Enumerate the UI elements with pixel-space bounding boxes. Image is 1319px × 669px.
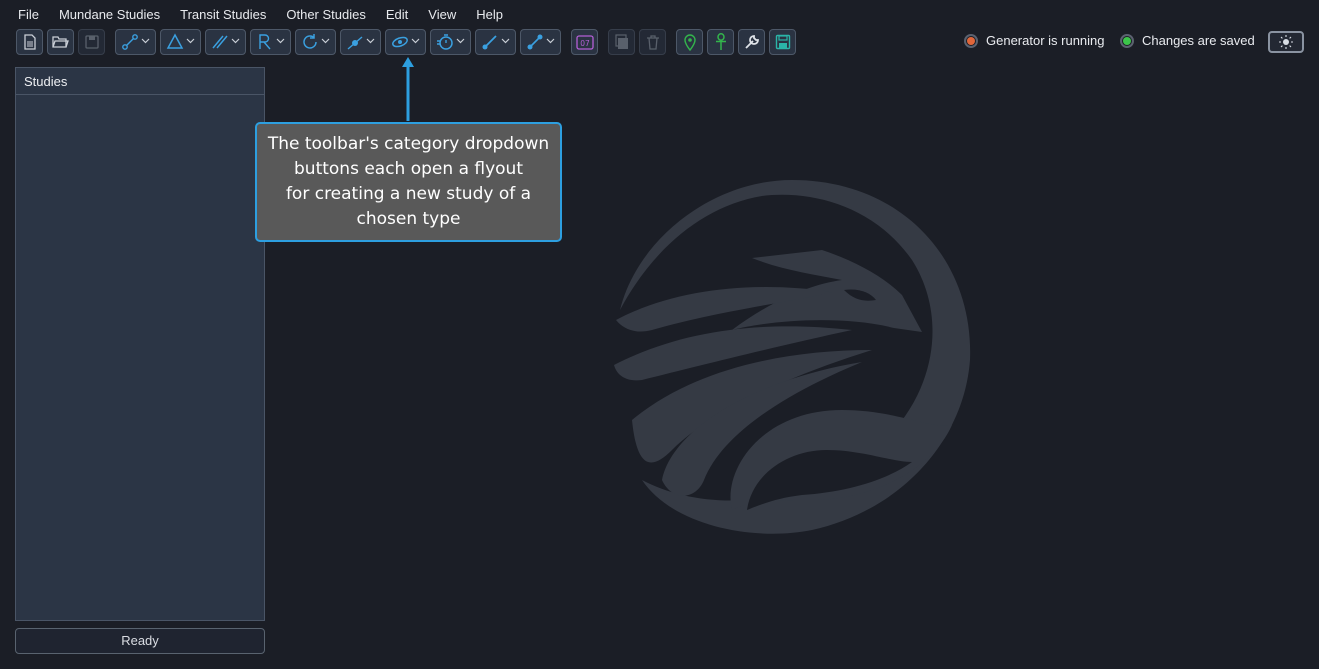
- orbit-studies-dropdown[interactable]: [385, 29, 426, 55]
- map-pin-icon: [683, 34, 696, 51]
- saved-status-indicator: [1120, 33, 1134, 48]
- tooltip-line: The toolbar's category dropdown: [267, 134, 550, 154]
- generator-status-indicator: [964, 33, 978, 48]
- connection-studies-dropdown[interactable]: [520, 29, 561, 55]
- orbit-icon: [392, 36, 408, 48]
- delete-button[interactable]: [639, 29, 666, 55]
- chevron-down-icon: [546, 38, 555, 44]
- pdf-export-icon: [614, 34, 628, 49]
- cycle-studies-dropdown[interactable]: [295, 29, 336, 55]
- chevron-down-icon: [321, 38, 330, 44]
- studies-panel: Studies: [15, 67, 265, 621]
- new-study-button[interactable]: [16, 29, 43, 55]
- open-button[interactable]: [47, 29, 74, 55]
- retrograde-icon: [259, 34, 271, 50]
- chevron-down-icon: [456, 38, 465, 44]
- saved-status-text: Changes are saved: [1142, 33, 1255, 48]
- generator-status-text: Generator is running: [986, 33, 1105, 48]
- menu-other-studies[interactable]: Other Studies: [276, 4, 376, 24]
- ankh-icon: [715, 33, 726, 50]
- chart-link-icon: [122, 34, 138, 50]
- sun-icon: [1279, 35, 1293, 49]
- studies-list[interactable]: [16, 95, 264, 620]
- calendar-icon: 07: [575, 35, 594, 50]
- eagle-logo-icon: [614, 180, 971, 534]
- chevron-down-icon: [411, 38, 420, 44]
- menu-transit-studies[interactable]: Transit Studies: [170, 4, 276, 24]
- chevron-down-icon: [186, 38, 195, 44]
- midpoint-studies-dropdown[interactable]: [340, 29, 381, 55]
- calendar-button[interactable]: 07: [571, 29, 598, 55]
- trajectory-icon: [482, 35, 497, 50]
- save-button[interactable]: [78, 29, 105, 55]
- new-document-icon: [23, 34, 36, 50]
- connection-icon: [527, 34, 543, 50]
- wrench-icon: [744, 35, 759, 49]
- tooltip: The toolbar's category dropdown buttons …: [255, 122, 562, 242]
- save-all-button[interactable]: [769, 29, 796, 55]
- retrograde-studies-dropdown[interactable]: [250, 29, 291, 55]
- triangle-icon: [166, 33, 184, 49]
- settings-button[interactable]: [738, 29, 765, 55]
- menu-mundane-studies[interactable]: Mundane Studies: [49, 4, 170, 24]
- chevron-down-icon: [141, 38, 150, 44]
- cycle-icon: [303, 34, 317, 49]
- trajectory-studies-dropdown[interactable]: [475, 29, 516, 55]
- save-disk-icon: [84, 35, 99, 49]
- status-ready: Ready: [15, 628, 265, 654]
- export-button[interactable]: [608, 29, 635, 55]
- trash-icon: [646, 35, 659, 50]
- tooltip-line: for creating a new study of a: [285, 184, 532, 204]
- menu-file[interactable]: File: [8, 4, 49, 24]
- calendar-day-label: 07: [580, 39, 590, 48]
- parallel-studies-dropdown[interactable]: [205, 29, 246, 55]
- tooltip-arrow: [402, 57, 414, 121]
- menu-help[interactable]: Help: [466, 4, 513, 24]
- theme-toggle-button[interactable]: [1268, 31, 1304, 53]
- timing-studies-dropdown[interactable]: [430, 29, 471, 55]
- harmonic-studies-dropdown[interactable]: [160, 29, 201, 55]
- ankh-button[interactable]: [707, 29, 734, 55]
- tooltip-line: chosen type: [356, 209, 461, 229]
- chevron-down-icon: [366, 38, 375, 44]
- menu-edit[interactable]: Edit: [376, 4, 418, 24]
- chevron-down-icon: [231, 38, 240, 44]
- generator-status: Generator is running: [964, 33, 1105, 48]
- chevron-down-icon: [501, 38, 510, 44]
- tooltip-line: buttons each open a flyout: [294, 159, 523, 179]
- menu-view[interactable]: View: [418, 4, 466, 24]
- midpoint-icon: [347, 36, 363, 50]
- menu-bar: File Mundane Studies Transit Studies Oth…: [8, 4, 513, 24]
- parallel-lines-icon: [212, 35, 228, 49]
- studies-panel-title: Studies: [16, 68, 264, 95]
- stopwatch-icon: [437, 34, 453, 50]
- chevron-down-icon: [276, 38, 285, 44]
- open-folder-icon: [52, 36, 69, 48]
- saved-status: Changes are saved: [1120, 33, 1255, 48]
- save-all-icon: [775, 34, 790, 50]
- location-button[interactable]: [676, 29, 703, 55]
- natal-studies-dropdown[interactable]: [115, 29, 156, 55]
